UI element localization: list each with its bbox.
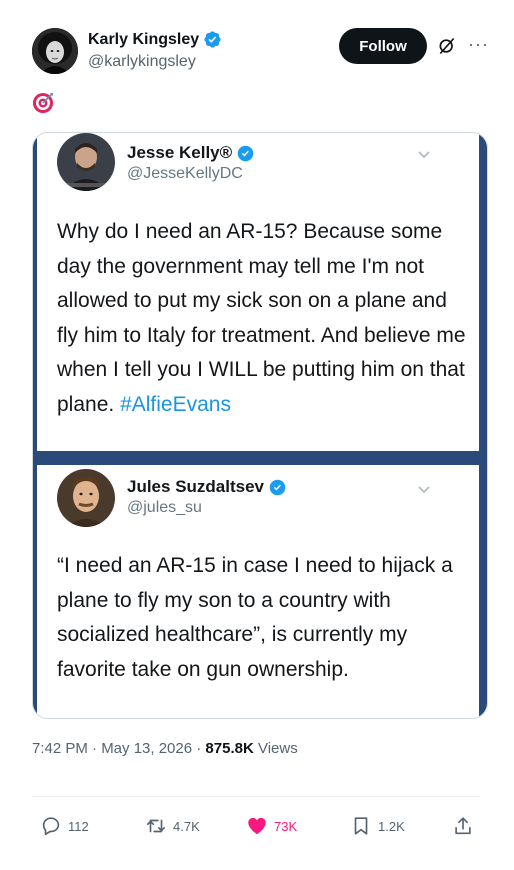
author-info: Karly Kingsley @karlykingsley [88,30,222,71]
like-count: 73K [274,818,298,834]
author-avatar[interactable] [32,28,78,74]
frame-border-right [479,133,487,718]
embedded-handle-2: @jules_su [127,499,202,516]
reply-icon [42,817,60,836]
chevron-down-icon [418,151,430,159]
bookmark-button[interactable]: 1.2K [350,815,405,837]
embedded-tweet-1: Jesse Kelly® @JesseKellyDC Why do I need… [37,133,479,451]
bookmark-count: 1.2K [378,818,405,834]
embedded-name-row-1: Jesse Kelly® [127,143,254,163]
repost-icon [146,819,166,833]
actions-divider [32,796,480,797]
more-icon[interactable]: ··· [468,34,489,55]
follow-button[interactable]: Follow [339,28,427,64]
verified-badge-icon [269,479,286,495]
frame-divider [33,451,487,465]
like-icon [248,817,266,835]
repost-count: 4.7K [173,818,200,834]
embedded-tweet-2: Jules Suzdaltsev @jules_su “I need an AR… [37,465,479,718]
post-meta: 7:42 PM · May 13, 2026 · 875.8K Views [32,740,298,757]
views-count: 875.8K [205,740,254,757]
author-handle[interactable]: @karlykingsley [88,53,222,71]
post-timestamp[interactable]: 7:42 PM · May 13, 2026 · [32,740,205,757]
author-name-row[interactable]: Karly Kingsley [88,30,222,49]
embedded-text-2: “I need an AR-15 in case I need to hijac… [57,554,453,681]
share-icon [455,817,471,835]
embedded-body-1: Why do I need an AR-15? Because some day… [57,220,466,416]
author-display-name[interactable]: Karly Kingsley [88,31,199,49]
like-button[interactable]: 73K [246,815,297,837]
embedded-name-row-2: Jules Suzdaltsev [127,477,286,497]
embedded-display-name-1: Jesse Kelly® [127,143,233,162]
reply-button[interactable]: 112 [40,815,89,837]
chevron-down-icon [418,486,430,494]
verified-badge-icon [237,145,254,161]
grok-icon[interactable] [437,36,457,56]
embedded-hashtag-1: #AlfieEvans [120,392,231,416]
embedded-display-name-2: Jules Suzdaltsev [127,477,265,496]
embedded-text-1: Why do I need an AR-15? Because some day… [57,215,467,423]
embedded-avatar-2 [57,469,115,527]
share-button[interactable] [452,815,474,837]
embedded-handle-1: @JesseKellyDC [127,165,243,182]
target-emoji [32,92,54,114]
post-header: Karly Kingsley @karlykingsley Follow ··· [32,28,492,76]
post-media-image[interactable]: Jesse Kelly® @JesseKellyDC Why do I need… [32,132,488,719]
bookmark-icon [354,817,368,835]
verified-badge-icon [204,31,221,48]
views-label: Views [253,740,298,757]
repost-button[interactable]: 4.7K [145,815,200,837]
reply-count: 112 [68,818,89,834]
embedded-avatar-1 [57,133,115,191]
